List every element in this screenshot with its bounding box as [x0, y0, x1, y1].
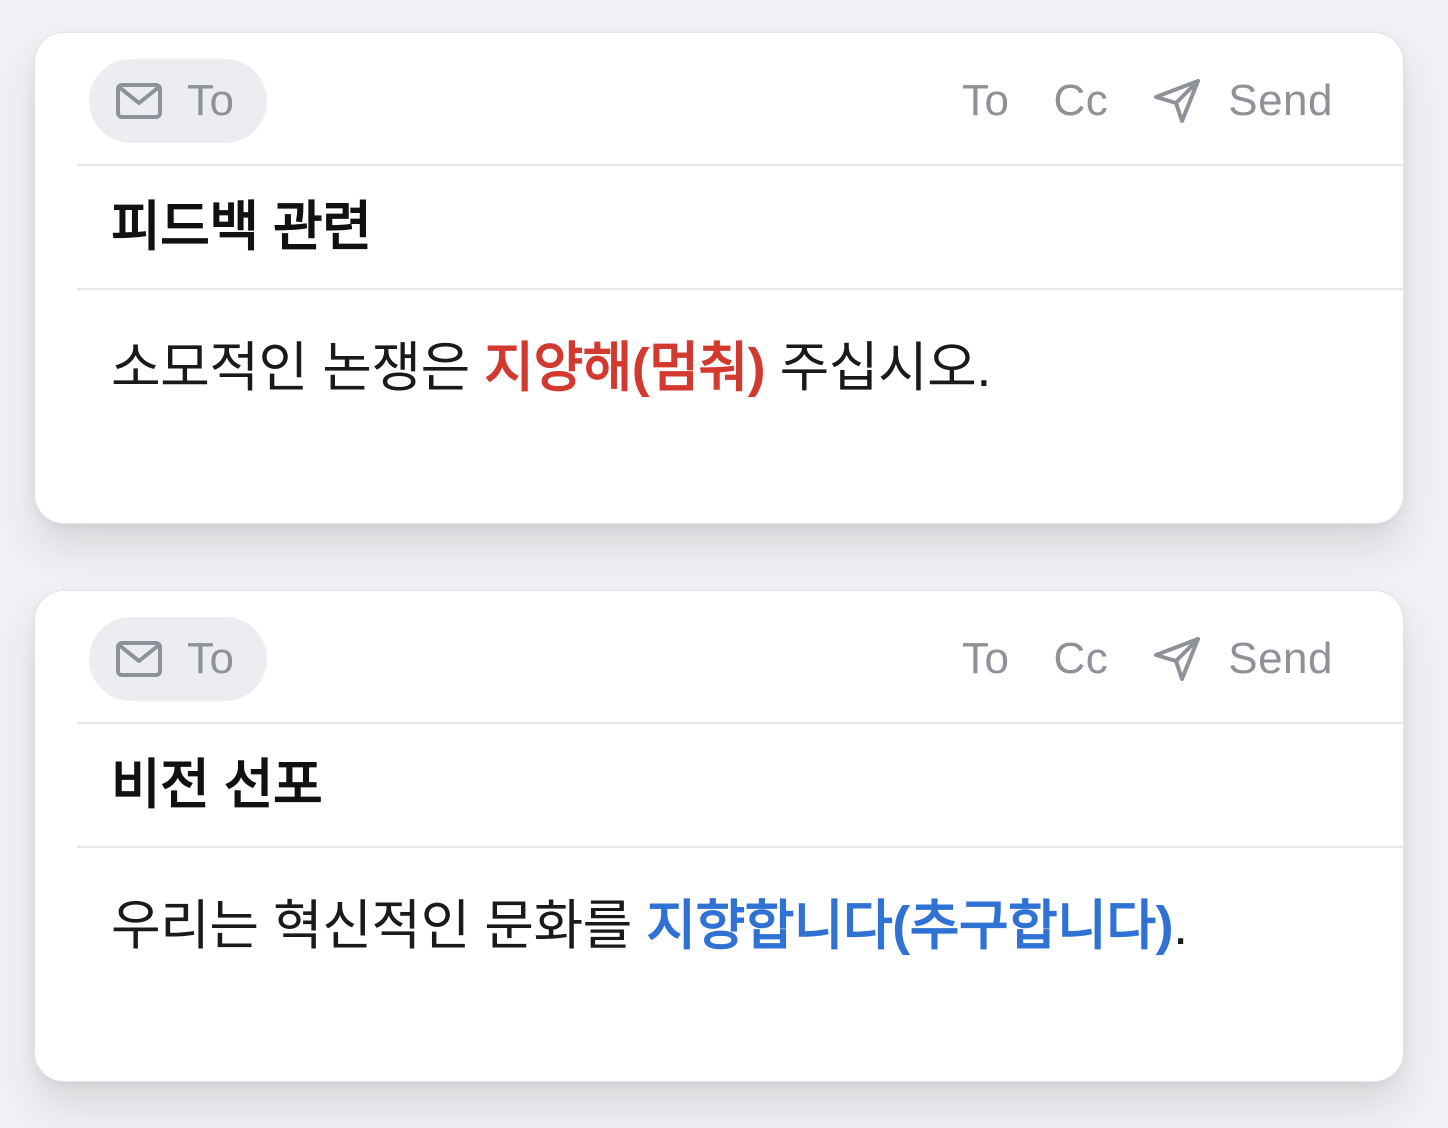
to-chip-label: To	[187, 634, 235, 683]
email-compose-card: To To Cc Send 비전 선포 우리는 혁신적인 문화를 지향합니다(추…	[34, 590, 1404, 1082]
to-button[interactable]: To	[962, 634, 1009, 684]
cc-button[interactable]: Cc	[1053, 76, 1108, 126]
to-button[interactable]: To	[962, 76, 1009, 126]
toolbar-divider	[77, 722, 1403, 724]
subject-divider	[77, 846, 1403, 848]
to-chip-label: To	[187, 76, 235, 125]
body-highlight: 지향합니다(추구합니다)	[646, 896, 1174, 956]
body-text-before: 우리는 혁신적인 문화를	[111, 896, 647, 956]
subject-line[interactable]: 피드백 관련	[111, 195, 372, 259]
subject-line[interactable]: 비전 선포	[111, 753, 323, 817]
body-text-after: .	[1173, 896, 1188, 956]
paper-plane-icon[interactable]	[1152, 635, 1202, 683]
compose-toolbar: To To Cc Send	[35, 591, 1403, 723]
envelope-icon	[115, 82, 163, 120]
to-recipient-chip[interactable]: To	[89, 617, 267, 701]
message-body[interactable]: 소모적인 논쟁은 지양해(멈춰) 주십시오.	[111, 333, 991, 403]
send-button[interactable]: Send	[1228, 634, 1333, 684]
body-text-after: 주십시오.	[765, 338, 992, 398]
compose-actions: To Cc Send	[962, 631, 1333, 687]
body-highlight: 지양해(멈춰)	[484, 338, 766, 398]
paper-plane-icon[interactable]	[1152, 77, 1202, 125]
send-button[interactable]: Send	[1228, 76, 1333, 126]
compose-toolbar: To To Cc Send	[35, 33, 1403, 165]
email-compose-card: To To Cc Send 피드백 관련 소모적인 논쟁은 지양해(멈춰) 주십…	[34, 32, 1404, 524]
cc-button[interactable]: Cc	[1053, 634, 1108, 684]
message-body[interactable]: 우리는 혁신적인 문화를 지향합니다(추구합니다).	[111, 891, 1188, 961]
subject-divider	[77, 288, 1403, 290]
envelope-icon	[115, 640, 163, 678]
to-recipient-chip[interactable]: To	[89, 59, 267, 143]
body-text-before: 소모적인 논쟁은	[111, 338, 485, 398]
compose-actions: To Cc Send	[962, 73, 1333, 129]
toolbar-divider	[77, 164, 1403, 166]
